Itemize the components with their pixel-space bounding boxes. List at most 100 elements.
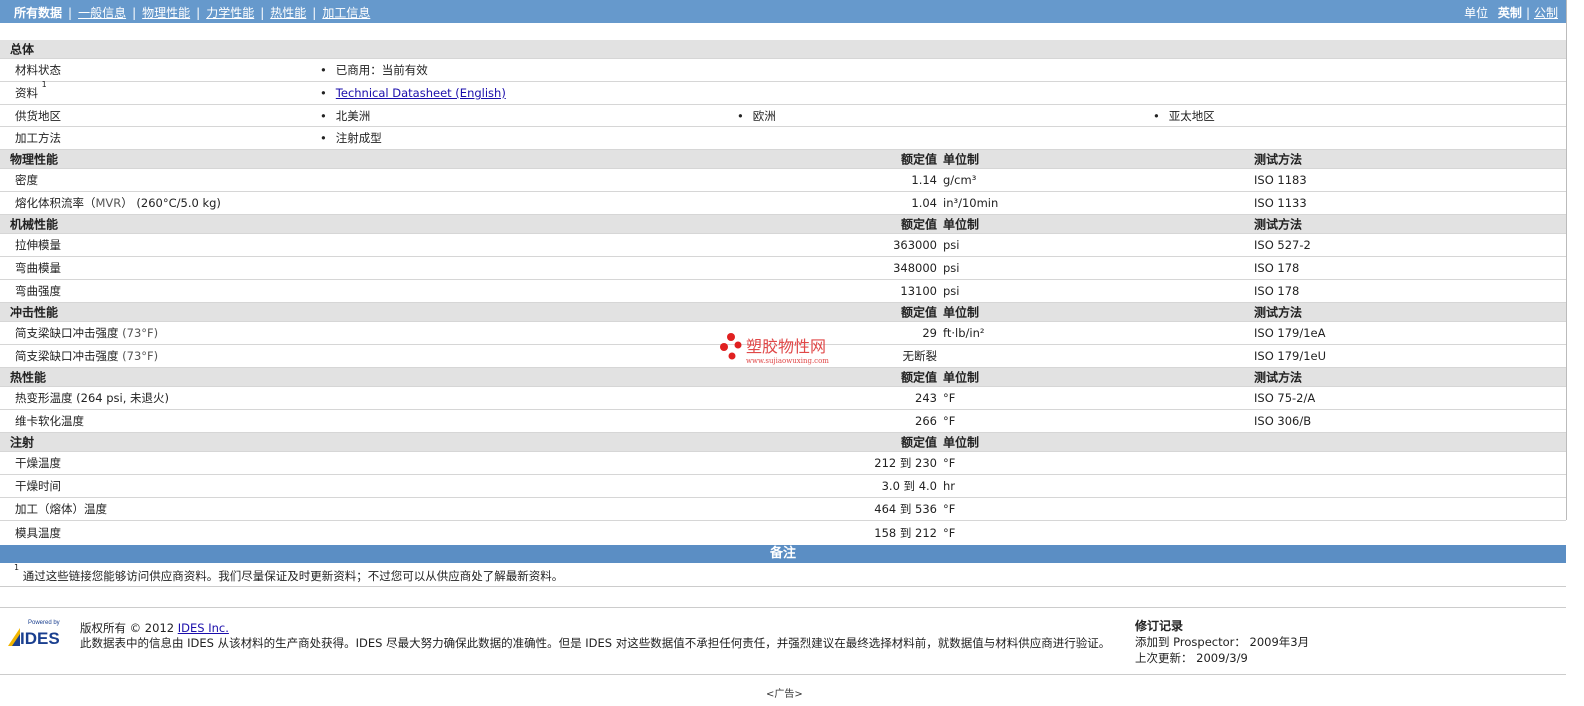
row-unit: hr bbox=[943, 479, 956, 493]
col-nominal: 额定值 bbox=[900, 217, 937, 232]
row-label: 弯曲模量 bbox=[15, 261, 61, 275]
row-unit: psi bbox=[943, 284, 960, 298]
footnote-marker: 1 bbox=[41, 80, 47, 90]
label-text: 简支梁缺口冲击强度 bbox=[15, 349, 119, 363]
range-to: 到 bbox=[899, 525, 912, 540]
table-row: 模具温度 158 到 212 °F bbox=[0, 521, 1566, 544]
col-unit: 单位制 bbox=[943, 435, 980, 450]
unit-imperial[interactable]: 英制 bbox=[1498, 6, 1522, 20]
section-header-injection: 注射 额定值 单位制 bbox=[0, 433, 1566, 452]
row-label: 维卡软化温度 bbox=[15, 414, 84, 428]
row-unit: °F bbox=[943, 502, 956, 516]
col-nominal: 额定值 bbox=[900, 370, 937, 385]
row-range: 212 到 230 bbox=[874, 455, 937, 471]
row-value: 29 bbox=[922, 326, 937, 340]
datasheet-link[interactable]: Technical Datasheet (English) bbox=[336, 86, 506, 100]
row-unit: ft·lb/in² bbox=[943, 326, 985, 340]
row-label: 干燥时间 bbox=[15, 479, 61, 493]
nav-mechanical[interactable]: 力学性能 bbox=[206, 6, 254, 20]
revision-title: 修订记录 bbox=[1135, 619, 1184, 633]
label-text: 简支梁缺口冲击强度 bbox=[15, 326, 119, 340]
notes-header: 备注 bbox=[0, 545, 1566, 563]
row-method: ISO 179/1eU bbox=[1254, 349, 1327, 363]
range-to: 到 bbox=[903, 479, 916, 493]
watermark-text: 塑胶物性网 bbox=[746, 337, 826, 356]
row-label: 加工（熔体）温度 bbox=[15, 502, 107, 516]
table-row: 拉伸模量 363000 psi ISO 527-2 bbox=[0, 234, 1566, 257]
unit-metric[interactable]: 公制 bbox=[1534, 6, 1558, 20]
row-unit: in³/10min bbox=[943, 196, 999, 210]
footnote-marker: 1 bbox=[14, 563, 20, 573]
nav-thermal[interactable]: 热性能 bbox=[270, 6, 306, 20]
section-header-mechanical: 机械性能 额定值 单位制 测试方法 bbox=[0, 215, 1566, 234]
region-europe: 欧洲 bbox=[737, 108, 776, 124]
table-row: 密度 1.14 g/cm³ ISO 1183 bbox=[0, 169, 1566, 192]
footnote: 1 通过这些链接您能够访问供应商资料。我们尽量保证及时更新资料；不过您可以从供应… bbox=[14, 563, 564, 584]
nav-general-info[interactable]: 一般信息 bbox=[78, 6, 126, 20]
row-method: ISO 527-2 bbox=[1254, 238, 1311, 252]
row-method: ISO 1133 bbox=[1254, 196, 1307, 210]
range-high: 536 bbox=[915, 502, 937, 516]
divider bbox=[0, 607, 1566, 608]
row-label-text: 资料 bbox=[15, 86, 38, 100]
nav-processing[interactable]: 加工信息 bbox=[322, 6, 370, 20]
added-value: 2009年3月 bbox=[1249, 635, 1310, 649]
row-label: 密度 bbox=[15, 173, 38, 187]
label-text: 热变形温度 bbox=[15, 391, 73, 405]
condition: (264 psi, 未退火) bbox=[76, 391, 170, 405]
unit-switcher: 单位 英制 | 公制 bbox=[1464, 6, 1558, 20]
region-asia-pacific: 亚太地区 bbox=[1153, 108, 1215, 124]
nav-physical[interactable]: 物理性能 bbox=[142, 6, 190, 20]
ides-logo: Powered by IDES bbox=[6, 618, 70, 648]
row-value: 266 bbox=[915, 414, 937, 428]
range-high: 4.0 bbox=[918, 479, 937, 493]
col-nominal: 额定值 bbox=[900, 305, 937, 320]
row-method: ISO 178 bbox=[1254, 284, 1300, 298]
row-range: 3.0 到 4.0 bbox=[882, 478, 937, 494]
top-nav-bar: 所有数据 | 一般信息 | 物理性能 | 力学性能 | 热性能 | 加工信息 单位 英制 | 公制 bbox=[0, 0, 1566, 23]
row-unit: °F bbox=[943, 391, 956, 405]
row-label: 模具温度 bbox=[15, 525, 61, 540]
footnote-text: 通过这些链接您能够访问供应商资料。我们尽量保证及时更新资料；不过您可以从供应商处… bbox=[22, 569, 564, 583]
table-row: 干燥时间 3.0 到 4.0 hr bbox=[0, 475, 1566, 498]
range-to: 到 bbox=[899, 456, 912, 470]
row-label: 干燥温度 bbox=[15, 456, 61, 470]
row-label: 弯曲强度 bbox=[15, 284, 61, 298]
row-label: 材料状态 bbox=[15, 63, 61, 77]
company-link[interactable]: IDES Inc. bbox=[178, 621, 229, 635]
row-value: 363000 bbox=[893, 238, 937, 252]
table-row: 热变形温度 (264 psi, 未退火) 243 °F ISO 75-2/A bbox=[0, 387, 1566, 410]
copyright: 版权所有 © 2012 IDES Inc. bbox=[80, 620, 229, 636]
nav-all-data[interactable]: 所有数据 bbox=[14, 6, 62, 20]
row-unit: psi bbox=[943, 238, 960, 252]
range-high: 212 bbox=[915, 525, 937, 540]
row-unit: g/cm³ bbox=[943, 173, 977, 187]
row-label: 简支梁缺口冲击强度 (73°F) bbox=[15, 348, 158, 364]
row-label: 加工方法 bbox=[15, 131, 61, 145]
region-north-america: 北美洲 bbox=[320, 108, 371, 124]
row-unit: psi bbox=[943, 261, 960, 275]
condition: (73°F) bbox=[122, 326, 159, 340]
row-value: 已商用：当前有效 bbox=[320, 62, 428, 78]
updated-row: 上次更新： 2009/3/9 bbox=[1135, 650, 1309, 666]
row-unit: °F bbox=[943, 414, 956, 428]
row-value: 1.04 bbox=[911, 196, 937, 210]
scroll-edge bbox=[1566, 0, 1567, 520]
col-method: 测试方法 bbox=[1254, 305, 1303, 320]
col-unit: 单位制 bbox=[943, 305, 980, 320]
table-row: 加工方法 注射成型 bbox=[0, 127, 1566, 150]
added-label: 添加到 Prospector： bbox=[1135, 635, 1246, 649]
row-value: 13100 bbox=[900, 284, 937, 298]
section-title: 总体 bbox=[10, 42, 35, 57]
table-row: 熔化体积流率（MVR） (260°C/5.0 kg) 1.04 in³/10mi… bbox=[0, 192, 1566, 215]
section-title: 冲击性能 bbox=[10, 305, 59, 320]
table-row: 资料 1 Technical Datasheet (English) bbox=[0, 80, 1566, 105]
row-range: 158 到 212 bbox=[874, 525, 937, 541]
updated-label: 上次更新： bbox=[1135, 651, 1193, 665]
watermark-url: www.sujiaowuxing.com bbox=[746, 357, 829, 365]
row-label: 资料 1 bbox=[15, 80, 47, 101]
row-value: 注射成型 bbox=[320, 130, 382, 146]
section-title: 注射 bbox=[10, 435, 35, 450]
divider bbox=[0, 674, 1566, 675]
added-row: 添加到 Prospector： 2009年3月 bbox=[1135, 634, 1309, 650]
